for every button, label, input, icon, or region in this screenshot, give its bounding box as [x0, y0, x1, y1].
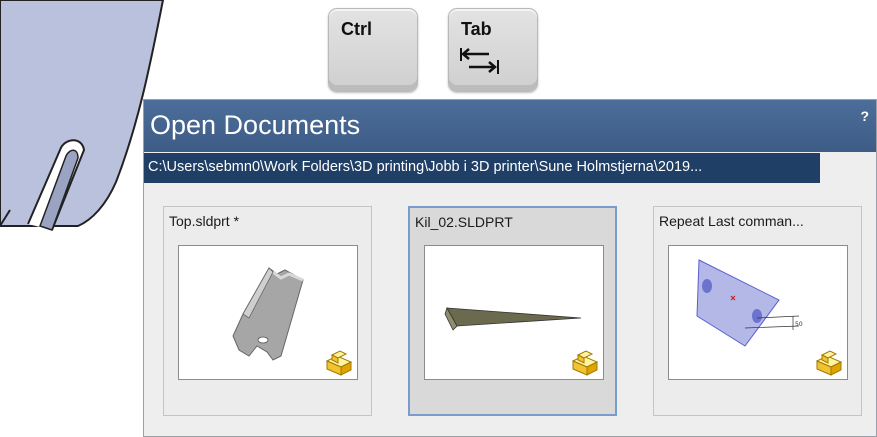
document-card-kil[interactable]: Kil_02.SLDPRT — [408, 206, 617, 416]
tab-key-label: Tab — [461, 19, 492, 39]
tab-arrows-icon — [460, 48, 499, 74]
ctrl-key: Ctrl — [328, 8, 418, 92]
document-card-label: Top.sldprt * — [169, 213, 240, 229]
document-card-top[interactable]: Top.sldprt * — [163, 206, 372, 416]
document-path-bar: C:\Users\sebmn0\Work Folders\3D printing… — [144, 153, 820, 183]
ctrl-key-label: Ctrl — [341, 19, 372, 39]
part-icon — [325, 350, 353, 376]
document-path: C:\Users\sebmn0\Work Folders\3D printing… — [148, 159, 703, 175]
document-thumbnail — [424, 245, 604, 380]
document-thumbnail: 50 — [668, 245, 848, 380]
svg-text:50: 50 — [795, 321, 803, 328]
document-card-label: Kil_02.SLDPRT — [415, 214, 513, 230]
help-button[interactable]: ? — [860, 108, 869, 124]
tab-key: Tab — [448, 8, 538, 92]
open-documents-dialog: Open Documents ? C:\Users\sebmn0\Work Fo… — [143, 99, 877, 437]
document-thumbnail — [178, 245, 358, 380]
dialog-title: Open Documents — [150, 110, 361, 140]
document-card-label: Repeat Last comman... — [659, 213, 804, 229]
document-card-repeat[interactable]: Repeat Last comman... 50 — [653, 206, 862, 416]
dialog-title-bar: Open Documents ? — [144, 100, 876, 152]
part-icon — [571, 350, 599, 376]
part-icon — [815, 350, 843, 376]
